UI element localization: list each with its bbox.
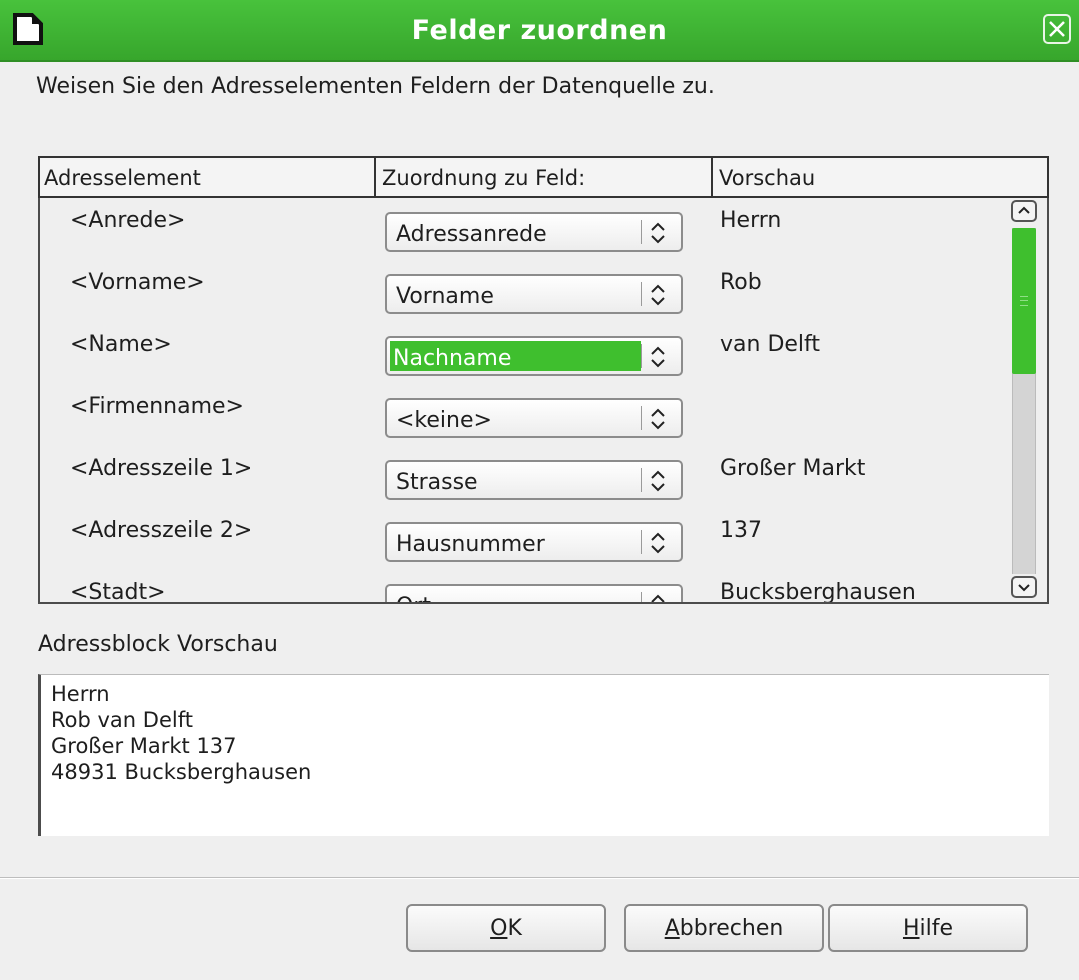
address-element-label: <Adresszeile 1> [70,456,253,481]
field-select-value: Strasse [396,470,478,495]
header-preview[interactable]: Vorschau [715,158,815,196]
field-select-value: Hausnummer [396,532,545,557]
select-divider [641,592,642,602]
preview-value: Bucksberghausen [720,580,916,602]
preview-line: 48931 Bucksberghausen [51,760,312,784]
preview-value: van Delft [720,332,821,357]
header-field-assignment[interactable]: Zuordnung zu Feld: [378,158,585,196]
table-row: <Anrede> Adressanrede Herrn [40,198,1008,260]
cancel-label: bbrechen [679,916,784,941]
address-element-label: <Anrede> [70,208,186,233]
spin-arrows-icon [651,408,665,430]
chevron-up-icon [1018,206,1030,214]
scroll-down-button[interactable] [1011,576,1037,598]
chevron-down-icon [1018,584,1030,592]
instruction-text: Weisen Sie den Adresselementen Feldern d… [36,74,715,99]
scroll-thumb[interactable] [1012,228,1036,374]
ok-button[interactable]: OK [406,904,606,952]
spin-arrows-icon [651,346,665,368]
spin-arrows-icon [651,222,665,244]
spin-arrows-icon [651,594,665,602]
address-element-label: <Firmenname> [70,394,244,419]
preview-value: Herrn [720,208,782,233]
cancel-mnemonic: A [664,916,680,941]
table-header: Adresselement Zuordnung zu Feld: Vorscha… [38,156,1049,198]
help-label: ilfe [919,916,954,941]
ok-label: K [507,916,522,941]
select-divider [641,406,642,430]
field-select[interactable]: Vorname [385,274,683,314]
ok-mnemonic: O [490,916,508,941]
table-row: <Firmenname> <keine> [40,384,1008,446]
preview-line: Herrn [51,682,110,706]
select-divider [641,282,642,306]
address-block-preview: Herrn Rob van Delft Großer Markt 137 489… [38,674,1049,836]
spin-arrows-icon [651,470,665,492]
help-mnemonic: H [902,916,920,941]
field-select-value: Adressanrede [396,222,547,247]
header-address-element[interactable]: Adresselement [40,158,201,196]
help-button[interactable]: Hilfe [828,904,1028,952]
address-element-label: <Stadt> [70,580,166,602]
table-row: <Adresszeile 1> Strasse Großer Markt [40,446,1008,508]
spin-arrows-icon [651,532,665,554]
field-select-value: Vorname [396,284,494,309]
select-divider [641,220,642,244]
field-select[interactable]: Ort [385,584,683,602]
preview-value: Rob [720,270,762,295]
field-select[interactable]: <keine> [385,398,683,438]
table-row: <Stadt> Ort Bucksberghausen [40,570,1008,602]
separator-highlight [0,878,1079,879]
title-bar: Felder zuordnen [0,0,1079,62]
header-divider [711,158,713,196]
field-select[interactable]: Nachname [385,336,683,376]
field-select-value: Ort [393,586,434,602]
preview-value: Großer Markt [720,456,866,481]
table-body: <Anrede> Adressanrede Herrn <Vorname> Vo… [40,198,1008,602]
table-row: <Name> Nachname van Delft [40,322,1008,384]
preview-line: Großer Markt 137 [51,734,237,758]
scroll-up-button[interactable] [1011,200,1037,222]
close-button[interactable] [1043,14,1071,44]
select-divider [641,468,642,492]
vertical-scrollbar[interactable] [1008,198,1040,604]
address-element-label: <Vorname> [70,270,205,295]
select-divider [641,530,642,554]
select-divider [641,344,642,368]
close-icon [1049,21,1065,37]
grip-icon [1020,296,1028,306]
address-element-label: <Adresszeile 2> [70,518,253,543]
spin-arrows-icon [651,284,665,306]
field-select-value: Nachname [390,341,641,371]
field-select[interactable]: Hausnummer [385,522,683,562]
field-select[interactable]: Adressanrede [385,212,683,252]
field-select-value: <keine> [396,408,492,433]
field-select[interactable]: Strasse [385,460,683,500]
address-element-label: <Name> [70,332,172,357]
table-row: <Vorname> Vorname Rob [40,260,1008,322]
cancel-button[interactable]: Abbrechen [624,904,824,952]
address-block-preview-label: Adressblock Vorschau [38,632,278,657]
preview-line: Rob van Delft [51,708,193,732]
preview-value: 137 [720,518,762,543]
table-row: <Adresszeile 2> Hausnummer 137 [40,508,1008,570]
window-title: Felder zuordnen [411,15,668,46]
header-divider [374,158,376,196]
